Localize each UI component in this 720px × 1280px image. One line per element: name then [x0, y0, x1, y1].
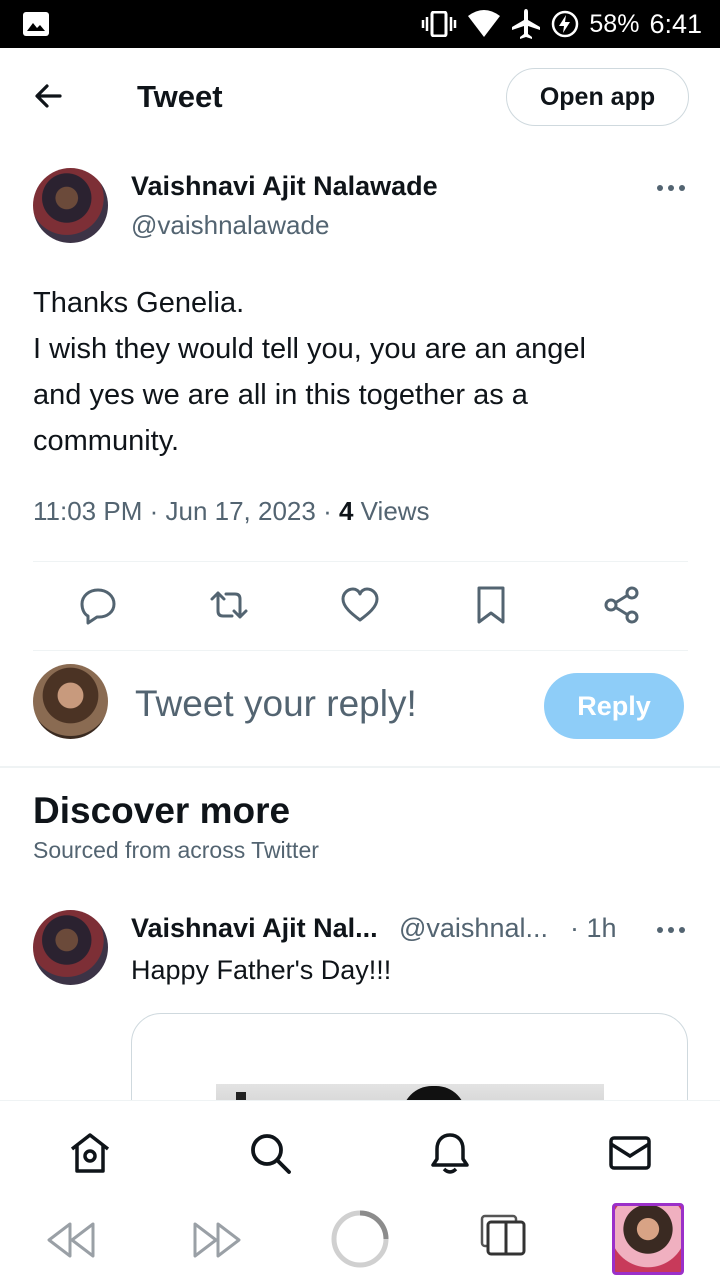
status-bar: 58% 6:41: [0, 0, 720, 48]
tweet-date[interactable]: Jun 17, 2023: [165, 496, 315, 526]
reply-button[interactable]: Reply: [544, 673, 684, 739]
like-icon[interactable]: [340, 585, 380, 625]
tweet-text-line: Thanks Genelia.: [33, 287, 245, 319]
fast-forward-icon[interactable]: [192, 1221, 242, 1259]
divider: [33, 650, 688, 651]
meta-separator: ·: [323, 496, 339, 526]
tab-thumbnail[interactable]: [612, 1203, 684, 1275]
meta-separator: ·: [149, 496, 166, 526]
share-icon[interactable]: [602, 585, 642, 625]
gallery-icon: [23, 12, 49, 36]
tabs-icon[interactable]: [480, 1214, 526, 1256]
reply-icon[interactable]: [78, 585, 118, 625]
battery-percent: 58%: [589, 9, 640, 38]
tweet-text-line: community.: [33, 425, 180, 457]
home-icon[interactable]: [68, 1131, 112, 1175]
discover-subtitle: Sourced from across Twitter: [33, 837, 319, 863]
more-options-icon[interactable]: [655, 925, 687, 935]
views-label: Views: [360, 496, 430, 526]
bottom-nav: [0, 1100, 720, 1200]
tweet-text: Happy Father's Day!!!: [131, 955, 392, 985]
tweet-text-line: and yes we are all in this together as a: [33, 379, 528, 411]
tweet-text-line: I wish they would tell you, you are an a…: [33, 333, 586, 365]
tweet-time[interactable]: · 1h: [570, 913, 617, 944]
author-handle[interactable]: @vaishnalawade: [131, 210, 329, 241]
discover-title: Discover more: [33, 790, 291, 831]
tweet-actions: [0, 585, 720, 627]
rewind-icon[interactable]: [46, 1221, 96, 1259]
app-header: Tweet Open app: [0, 48, 720, 148]
page-title: Tweet: [137, 79, 223, 114]
bookmark-icon[interactable]: [471, 585, 511, 625]
author-avatar[interactable]: [33, 168, 108, 243]
messages-icon[interactable]: [608, 1131, 652, 1175]
search-icon[interactable]: [248, 1131, 292, 1175]
wifi-icon: [468, 10, 501, 37]
more-options-icon[interactable]: [655, 183, 687, 193]
tweet-time[interactable]: 11:03 PM: [33, 496, 142, 526]
clock: 6:41: [649, 8, 702, 39]
author-name[interactable]: Vaishnavi Ajit Nalawade: [131, 171, 438, 202]
reply-input[interactable]: Tweet your reply!: [135, 683, 417, 725]
airplane-icon: [512, 9, 541, 39]
retweet-icon[interactable]: [209, 585, 249, 625]
tweet-text: Thanks Genelia. I wish they would tell y…: [33, 280, 693, 464]
battery-charging-icon: [552, 10, 579, 38]
back-arrow-icon[interactable]: [30, 76, 70, 116]
views-count: 4: [338, 496, 354, 526]
vibrate-icon: [422, 11, 457, 37]
user-avatar: [33, 664, 108, 739]
divider: [33, 561, 688, 562]
loading-icon: [331, 1210, 389, 1268]
tweet-meta: 11:03 PM · Jun 17, 2023 · 4 Views: [33, 496, 430, 527]
notifications-icon[interactable]: [428, 1131, 472, 1175]
author-name[interactable]: Vaishnavi Ajit Nal...: [131, 913, 378, 944]
open-app-button[interactable]: Open app: [506, 68, 689, 126]
author-avatar[interactable]: [33, 910, 108, 985]
author-handle[interactable]: @vaishnal...: [399, 913, 548, 944]
section-divider: [0, 766, 720, 768]
